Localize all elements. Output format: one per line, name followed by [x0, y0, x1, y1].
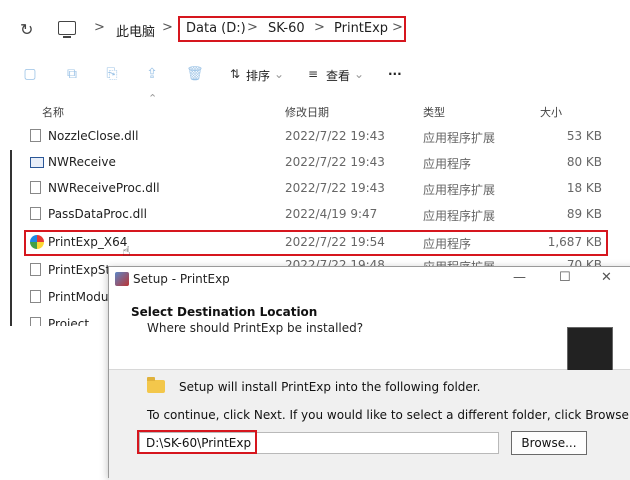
file-type: 应用程序扩展 — [423, 209, 496, 223]
chevron-right-icon: > — [314, 20, 325, 35]
file-row[interactable]: PrintModule — [24, 287, 108, 309]
column-header-type[interactable]: 类型 — [423, 104, 445, 120]
dll-file-icon — [30, 207, 41, 220]
dialog-subheading: Where should PrintExp be installed? — [147, 321, 364, 335]
chevron-down-icon: ⌄ — [354, 67, 365, 81]
file-type: 应用程序 — [423, 237, 472, 251]
delete-icon[interactable]: 🗑 — [186, 66, 204, 82]
setup-dialog: Setup - PrintExp — ☐ ✕ Select Destinatio… — [108, 266, 630, 480]
file-date: 2022/4/19 9:47 — [285, 207, 378, 221]
sort-button[interactable]: 排序 — [246, 67, 270, 84]
dll-file-icon — [30, 181, 41, 194]
file-name: PassDataProc.dll — [48, 207, 147, 221]
file-icon — [30, 317, 41, 326]
install-info-text: Setup will install PrintExp into the fol… — [179, 380, 481, 394]
address-bar: ↻ > 此电脑 > Data (D:) > SK-60 > PrintExp > — [0, 14, 630, 50]
chevron-right-icon: > — [162, 20, 173, 35]
chevron-right-icon[interactable]: > — [392, 20, 403, 35]
dialog-title: Setup - PrintExp — [133, 272, 230, 286]
command-toolbar: ▢ ⧉ ⎘ ⇪ 🗑 ⇅ 排序 ⌄ ≡ 查看 ⌄ ··· — [0, 58, 630, 94]
breadcrumb-printexp[interactable]: PrintExp — [334, 21, 388, 36]
folder-icon — [147, 377, 165, 393]
column-header-name[interactable]: 名称 — [42, 104, 64, 120]
sort-icon: ⇅ — [230, 67, 241, 81]
dll-file-icon — [30, 129, 41, 142]
file-date: 2022/7/22 19:43 — [285, 129, 385, 143]
refresh-icon[interactable]: ↻ — [20, 20, 33, 39]
file-date: 2022/7/22 19:43 — [285, 155, 385, 169]
file-size: 80 KB — [566, 155, 602, 169]
file-row[interactable]: NWReceive 2022/7/22 19:43 应用程序 80 KB — [24, 152, 608, 174]
browse-button[interactable]: Browse... — [511, 431, 587, 455]
share-icon[interactable]: ⇪ — [144, 66, 160, 82]
file-size: 18 KB — [566, 181, 602, 195]
breadcrumb-sk60[interactable]: SK-60 — [268, 21, 305, 36]
dialog-header: Select Destination Location Where should… — [109, 291, 630, 383]
this-pc-icon[interactable] — [58, 21, 76, 38]
file-name: NozzleClose.dll — [48, 129, 139, 143]
file-name: NWReceiveProc.dll — [48, 181, 160, 195]
file-size: 53 KB — [566, 129, 602, 143]
view-button[interactable]: 查看 — [326, 67, 350, 84]
file-row[interactable]: PassDataProc.dll 2022/4/19 9:47 应用程序扩展 8… — [24, 204, 608, 226]
file-type: 应用程序扩展 — [423, 183, 496, 197]
dialog-heading: Select Destination Location — [131, 305, 318, 319]
file-row[interactable]: NWReceiveProc.dll 2022/7/22 19:43 应用程序扩展… — [24, 178, 608, 200]
column-header-date[interactable]: 修改日期 — [285, 104, 329, 120]
pane-divider — [10, 150, 12, 326]
column-header-size[interactable]: 大小 — [540, 104, 562, 120]
chevron-right-icon: > — [247, 20, 258, 35]
setup-icon — [115, 272, 129, 286]
file-row[interactable]: Project — [24, 314, 108, 326]
cut-icon[interactable]: ⧉ — [64, 66, 80, 82]
dialog-body: Setup will install PrintExp into the fol… — [109, 370, 630, 480]
file-name: PrintExp_X64 — [48, 235, 128, 249]
file-name: NWReceive — [48, 155, 116, 169]
file-size: 1,687 KB — [547, 235, 602, 249]
dialog-titlebar[interactable]: Setup - PrintExp — ☐ ✕ — [109, 267, 630, 291]
copy-icon[interactable]: ⎘ — [104, 66, 120, 82]
printexp-app-icon — [30, 235, 44, 249]
file-date: 2022/7/22 19:54 — [285, 235, 385, 249]
application-icon — [30, 157, 44, 168]
file-name: Project — [48, 317, 90, 326]
file-row-selected[interactable]: PrintExp_X64 2022/7/22 19:54 应用程序 1,687 … — [24, 232, 608, 254]
dll-file-icon — [30, 290, 41, 303]
file-name: PrintModule — [48, 290, 108, 304]
view-icon: ≡ — [308, 67, 319, 81]
chevron-down-icon: ⌄ — [274, 67, 285, 81]
file-type: 应用程序 — [423, 157, 472, 171]
file-row[interactable]: PrintExpStyle.dll — [24, 260, 108, 282]
new-icon[interactable]: ▢ — [22, 66, 38, 82]
file-date: 2022/7/22 19:43 — [285, 181, 385, 195]
breadcrumb-drive[interactable]: Data (D:) — [186, 21, 246, 36]
close-icon[interactable]: ✕ — [601, 270, 612, 285]
dll-file-icon — [30, 263, 41, 276]
chevron-right-icon: > — [94, 20, 105, 35]
minimize-icon[interactable]: — — [513, 270, 526, 285]
sort-caret-icon: ⌃ — [148, 92, 158, 105]
more-button[interactable]: ··· — [388, 67, 402, 81]
file-row[interactable]: NozzleClose.dll 2022/7/22 19:43 应用程序扩展 5… — [24, 126, 608, 148]
file-size: 89 KB — [566, 207, 602, 221]
maximize-icon[interactable]: ☐ — [559, 270, 571, 285]
instruction-text: To continue, click Next. If you would li… — [147, 408, 630, 422]
file-name: PrintExpStyle.dll — [48, 263, 108, 277]
breadcrumb-this-pc[interactable]: 此电脑 — [116, 21, 155, 40]
mouse-cursor-icon: ☝ — [122, 244, 131, 260]
highlight-path-box — [137, 430, 257, 454]
file-type: 应用程序扩展 — [423, 131, 496, 145]
